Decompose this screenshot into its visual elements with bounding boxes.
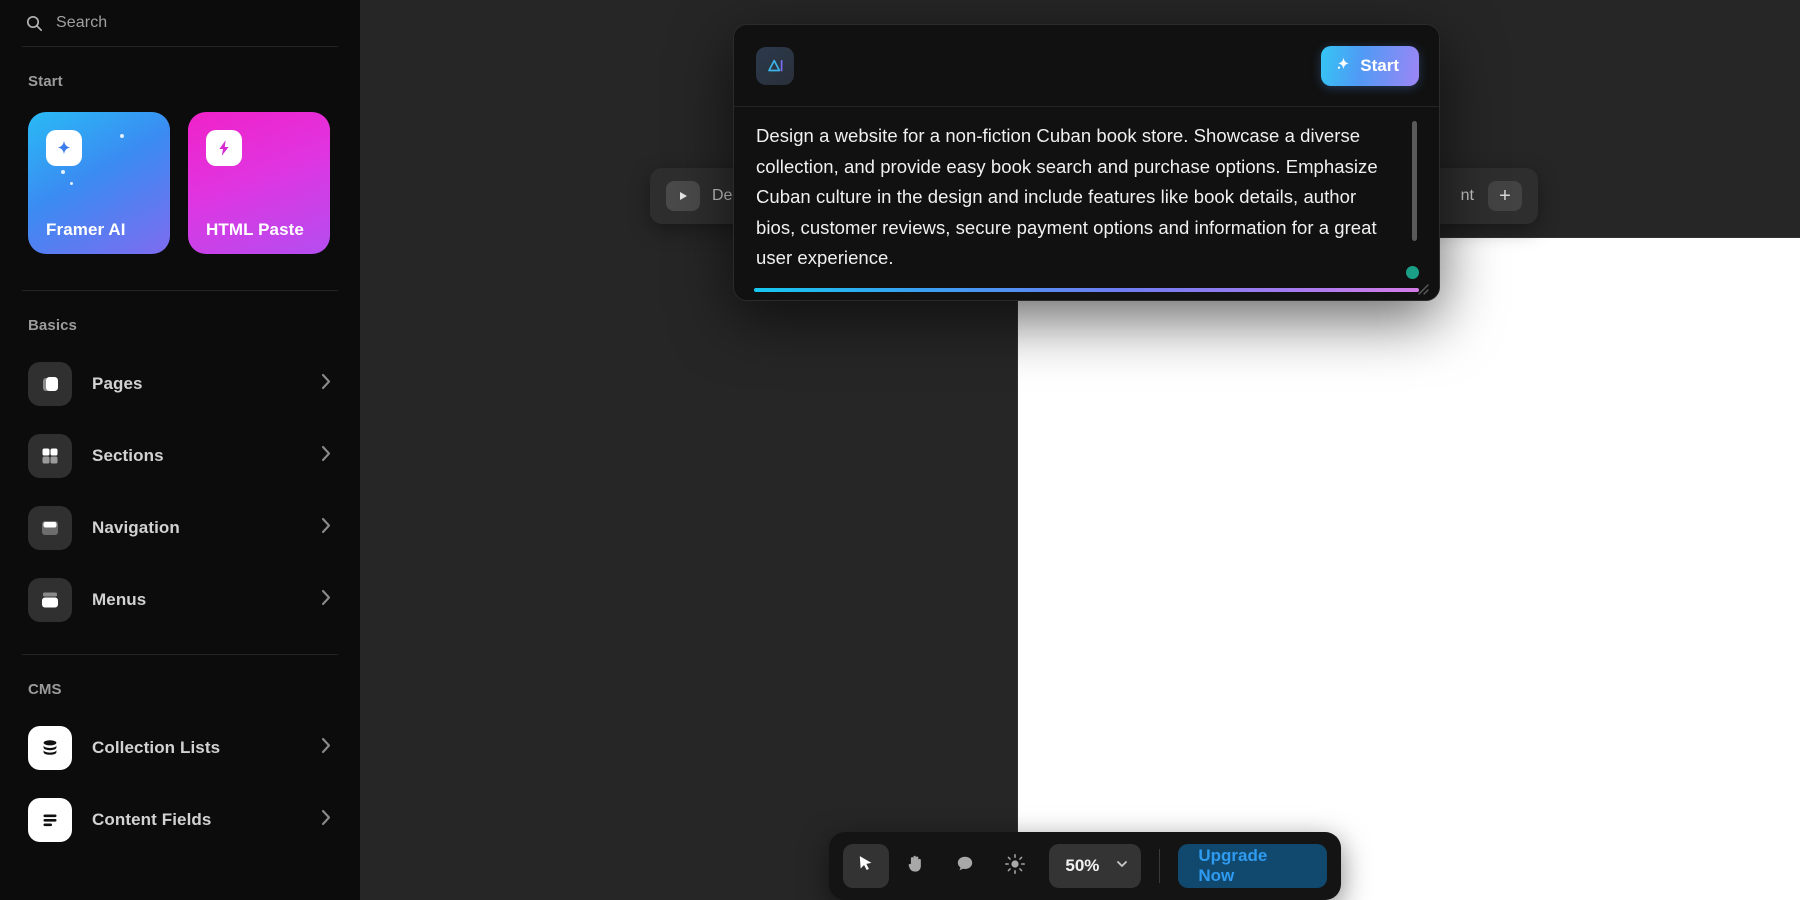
ai-start-label: Start <box>1360 56 1399 75</box>
sparkle-icon <box>46 130 82 166</box>
basics-list: Pages Sections Navigation Menus <box>0 334 360 636</box>
sidebar-item-navigation[interactable]: Navigation <box>0 492 360 564</box>
theme-tool-button[interactable] <box>992 844 1038 888</box>
ai-prompt-dialog[interactable]: Start Design a website for a non-fiction… <box>733 24 1440 301</box>
chevron-right-icon <box>321 737 332 759</box>
database-stack-icon <box>28 726 72 770</box>
zoom-level-value: 50% <box>1065 856 1100 875</box>
ai-prompt-text[interactable]: Design a website for a non-fiction Cuban… <box>756 121 1379 267</box>
ai-status-indicator <box>1406 266 1419 279</box>
lightning-bolt-icon <box>206 130 242 166</box>
search-placeholder: Search <box>56 14 108 31</box>
card-framer-ai[interactable]: Framer AI <box>28 112 170 254</box>
sparkle-dot-icon <box>70 182 73 185</box>
sidebar-item-content-fields[interactable]: Content Fields <box>0 784 360 856</box>
sidebar-item-label: Navigation <box>92 518 180 537</box>
cms-list: Collection Lists Content Fields <box>0 698 360 856</box>
toolbar-right-label: nt <box>1460 187 1474 204</box>
ai-prompt-body[interactable]: Design a website for a non-fiction Cuban… <box>734 107 1439 267</box>
chevron-down-icon <box>1115 857 1129 876</box>
search-icon <box>26 15 43 32</box>
navigation-bar-icon <box>28 506 72 550</box>
chevron-right-icon <box>321 589 332 611</box>
upgrade-now-button[interactable]: Upgrade Now <box>1178 844 1327 888</box>
sidebar-item-label: Content Fields <box>92 810 212 829</box>
ai-dialog-header: Start <box>734 25 1439 107</box>
chevron-right-icon <box>321 517 332 539</box>
search-input[interactable]: Search <box>0 0 360 46</box>
card-label-framer-ai: Framer AI <box>46 220 126 239</box>
sidebar-item-sections[interactable]: Sections <box>0 420 360 492</box>
canvas-page-artboard[interactable] <box>1018 238 1800 900</box>
chevron-right-icon <box>321 809 332 831</box>
sidebar-item-menus[interactable]: Menus <box>0 564 360 636</box>
zoom-level-dropdown[interactable]: 50% <box>1049 844 1142 888</box>
sidebar-item-label: Collection Lists <box>92 738 221 757</box>
sparkle-dot-icon <box>61 170 65 174</box>
start-cards: Framer AI HTML Paste <box>0 90 360 254</box>
hand-tool-button[interactable] <box>893 844 939 888</box>
sections-grid-icon <box>28 434 72 478</box>
left-sidebar: Search Start Framer AI HTML Paste Basics… <box>0 0 360 900</box>
section-title-cms: CMS <box>28 681 62 698</box>
card-label-html-paste: HTML Paste <box>206 220 304 239</box>
sidebar-item-collection-lists[interactable]: Collection Lists <box>0 712 360 784</box>
section-title-start: Start <box>28 73 63 90</box>
sun-icon <box>1004 853 1026 880</box>
add-button[interactable]: + <box>1488 181 1522 211</box>
hand-icon <box>905 853 926 879</box>
ai-generation-progress-bar <box>754 288 1419 292</box>
play-icon[interactable] <box>666 181 700 211</box>
sparkle-dot-icon <box>120 134 124 138</box>
text-lines-icon <box>28 798 72 842</box>
sidebar-item-label: Sections <box>92 446 164 465</box>
cursor-tool-button[interactable] <box>843 844 889 888</box>
chevron-right-icon <box>321 373 332 395</box>
page-icon <box>28 362 72 406</box>
sidebar-item-label: Pages <box>92 374 143 393</box>
toolbar-left-label: De <box>712 187 733 204</box>
sidebar-item-label: Menus <box>92 590 147 609</box>
sparkle-icon <box>1335 55 1352 77</box>
card-html-paste[interactable]: HTML Paste <box>188 112 330 254</box>
framer-ai-logo-icon <box>756 47 794 85</box>
bottom-toolbar[interactable]: 50% Upgrade Now <box>829 832 1341 900</box>
comment-tool-button[interactable] <box>942 844 988 888</box>
sidebar-item-pages[interactable]: Pages <box>0 348 360 420</box>
cursor-arrow-icon <box>856 854 875 878</box>
toolbar-divider <box>1159 849 1161 883</box>
menu-panel-icon <box>28 578 72 622</box>
comment-bubble-icon <box>955 854 975 879</box>
framer-editor-window: De nt + Search Start Framer AI HTML Past… <box>0 0 1800 900</box>
ai-prompt-scrollbar[interactable] <box>1412 121 1417 241</box>
ai-start-button[interactable]: Start <box>1321 46 1419 86</box>
section-title-basics: Basics <box>28 317 77 334</box>
chevron-right-icon <box>321 445 332 467</box>
